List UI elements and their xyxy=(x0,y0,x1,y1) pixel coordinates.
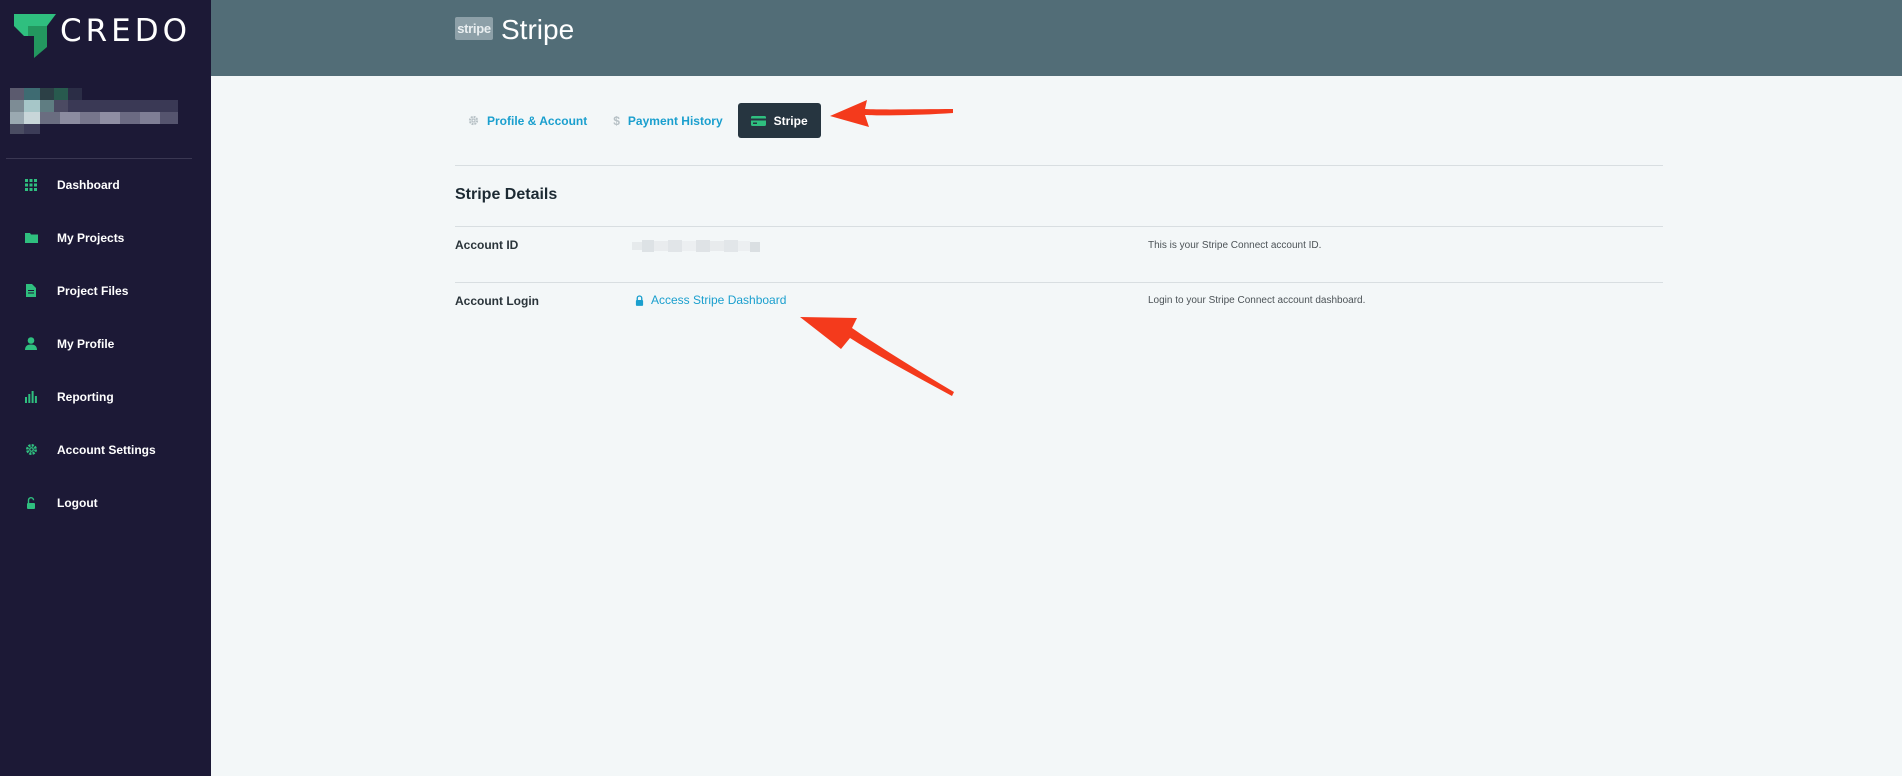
settings-tabs: Profile & Account $ Payment History Stri… xyxy=(455,103,821,138)
sidebar: CREDO Dashboard My Projects Project File… xyxy=(0,0,211,776)
link-label: Access Stripe Dashboard xyxy=(651,293,787,307)
tab-profile-account[interactable]: Profile & Account xyxy=(455,103,600,138)
account-id-value-redacted xyxy=(632,238,767,254)
account-id-label: Account ID xyxy=(455,238,519,252)
sidebar-item-reporting[interactable]: Reporting xyxy=(0,370,211,423)
sidebar-item-label: Logout xyxy=(57,495,98,510)
tab-label: Stripe xyxy=(773,113,808,128)
stripe-logo-badge: stripe xyxy=(455,17,493,40)
sidebar-item-label: Reporting xyxy=(57,389,114,404)
gear-icon xyxy=(468,115,479,126)
row-divider xyxy=(455,282,1663,283)
lock-icon xyxy=(635,294,644,306)
sidebar-item-my-profile[interactable]: My Profile xyxy=(0,317,211,370)
tabs-divider xyxy=(455,165,1663,166)
file-icon xyxy=(24,284,38,298)
sidebar-nav: Dashboard My Projects Project Files My P… xyxy=(0,158,211,529)
tab-payment-history[interactable]: $ Payment History xyxy=(600,103,735,138)
sidebar-item-dashboard[interactable]: Dashboard xyxy=(0,158,211,211)
account-login-description: Login to your Stripe Connect account das… xyxy=(1148,295,1366,306)
unlock-icon xyxy=(24,496,38,510)
grid-icon xyxy=(24,178,38,192)
brand-name: CREDO xyxy=(60,13,192,49)
sidebar-item-label: My Projects xyxy=(57,230,125,245)
sidebar-item-label: Dashboard xyxy=(57,177,120,192)
sidebar-item-label: Project Files xyxy=(57,283,129,298)
sidebar-item-logout[interactable]: Logout xyxy=(0,476,211,529)
annotation-arrow-tab xyxy=(830,100,953,127)
tab-stripe[interactable]: Stripe xyxy=(737,103,821,138)
tab-label: Profile & Account xyxy=(487,113,588,128)
credo-logo[interactable]: CREDO xyxy=(14,13,192,58)
user-avatar-and-name-redacted[interactable] xyxy=(10,88,190,136)
sidebar-item-account-settings[interactable]: Account Settings xyxy=(0,423,211,476)
annotation-arrow-link xyxy=(800,317,954,396)
row-divider xyxy=(455,226,1663,227)
access-stripe-dashboard-link[interactable]: Access Stripe Dashboard xyxy=(635,293,786,307)
credit-card-icon xyxy=(750,115,766,126)
account-id-description: This is your Stripe Connect account ID. xyxy=(1148,240,1322,251)
page-header: stripe Stripe xyxy=(211,0,1902,76)
tab-label: Payment History xyxy=(627,113,723,128)
page-title: Stripe xyxy=(501,14,575,45)
account-login-label: Account Login xyxy=(455,294,539,308)
folder-icon xyxy=(24,231,38,245)
gear-icon xyxy=(24,443,38,457)
sidebar-item-project-files[interactable]: Project Files xyxy=(0,264,211,317)
dollar-icon: $ xyxy=(613,113,620,128)
sidebar-item-my-projects[interactable]: My Projects xyxy=(0,211,211,264)
sidebar-item-label: My Profile xyxy=(57,336,115,351)
sidebar-item-label: Account Settings xyxy=(57,442,156,457)
user-icon xyxy=(24,337,38,351)
section-title: Stripe Details xyxy=(455,186,558,203)
bar-chart-icon xyxy=(24,390,38,404)
credo-logo-icon xyxy=(14,14,56,58)
